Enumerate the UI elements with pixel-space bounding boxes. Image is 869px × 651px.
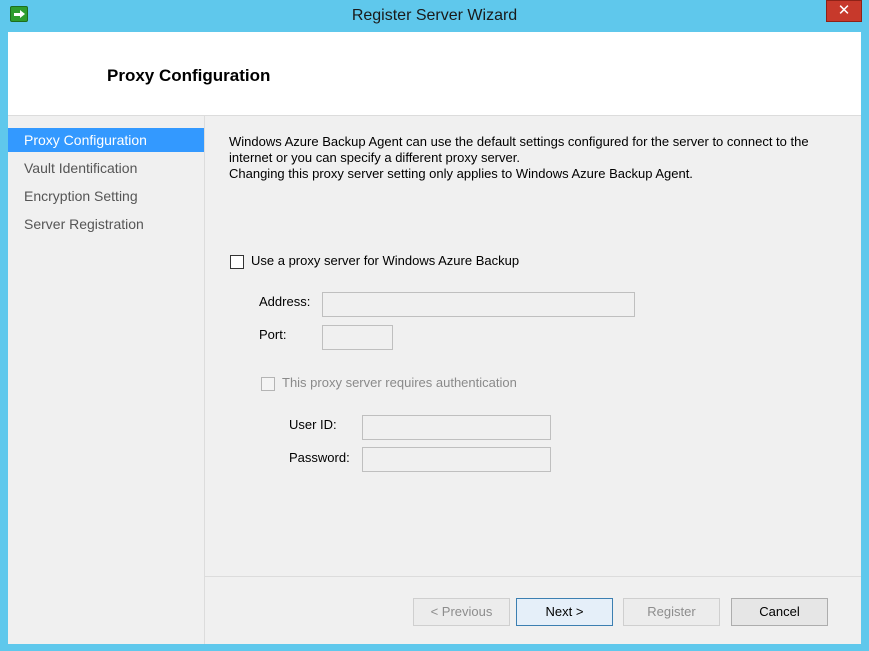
sidebar-item-encryption-setting[interactable]: Encryption Setting <box>8 184 204 208</box>
footer-divider <box>205 576 861 577</box>
wizard-header: Proxy Configuration <box>8 32 861 116</box>
password-label: Password: <box>289 450 350 465</box>
use-proxy-checkbox[interactable] <box>230 255 244 269</box>
cancel-button[interactable]: Cancel <box>731 598 828 626</box>
sidebar-item-server-registration[interactable]: Server Registration <box>8 212 204 236</box>
wizard-steps-sidebar: Proxy Configuration Vault Identification… <box>8 128 204 548</box>
description-line: Windows Azure Backup Agent can use the d… <box>229 134 809 149</box>
port-label: Port: <box>259 327 287 342</box>
close-button[interactable]: ✕ <box>826 0 862 22</box>
use-proxy-label[interactable]: Use a proxy server for Windows Azure Bac… <box>251 253 519 268</box>
description-line: internet or you can specify a different … <box>229 150 520 165</box>
wizard-client-area: Proxy Configuration Proxy Configuration … <box>8 32 861 644</box>
user-id-input[interactable] <box>362 415 551 440</box>
register-button[interactable]: Register <box>623 598 720 626</box>
sidebar-item-proxy-configuration[interactable]: Proxy Configuration <box>8 128 204 152</box>
close-icon: ✕ <box>837 2 851 19</box>
port-input[interactable] <box>322 325 393 350</box>
description-line: Changing this proxy server setting only … <box>229 166 693 181</box>
wizard-window: Register Server Wizard ✕ Proxy Configura… <box>0 0 869 651</box>
proxy-settings-panel: Windows Azure Backup Agent can use the d… <box>205 117 861 644</box>
address-input[interactable] <box>322 292 635 317</box>
next-button[interactable]: Next > <box>516 598 613 626</box>
password-input[interactable] <box>362 447 551 472</box>
requires-auth-checkbox[interactable] <box>261 377 275 391</box>
sidebar-item-vault-identification[interactable]: Vault Identification <box>8 156 204 180</box>
proxy-description: Windows Azure Backup Agent can use the d… <box>229 134 849 182</box>
requires-auth-label[interactable]: This proxy server requires authenticatio… <box>282 375 517 390</box>
address-label: Address: <box>259 294 311 309</box>
title-bar: Register Server Wizard ✕ <box>0 0 869 32</box>
window-title: Register Server Wizard <box>351 7 518 24</box>
previous-button[interactable]: < Previous <box>413 598 510 626</box>
page-title: Proxy Configuration <box>107 66 271 85</box>
user-id-label: User ID: <box>289 417 337 432</box>
